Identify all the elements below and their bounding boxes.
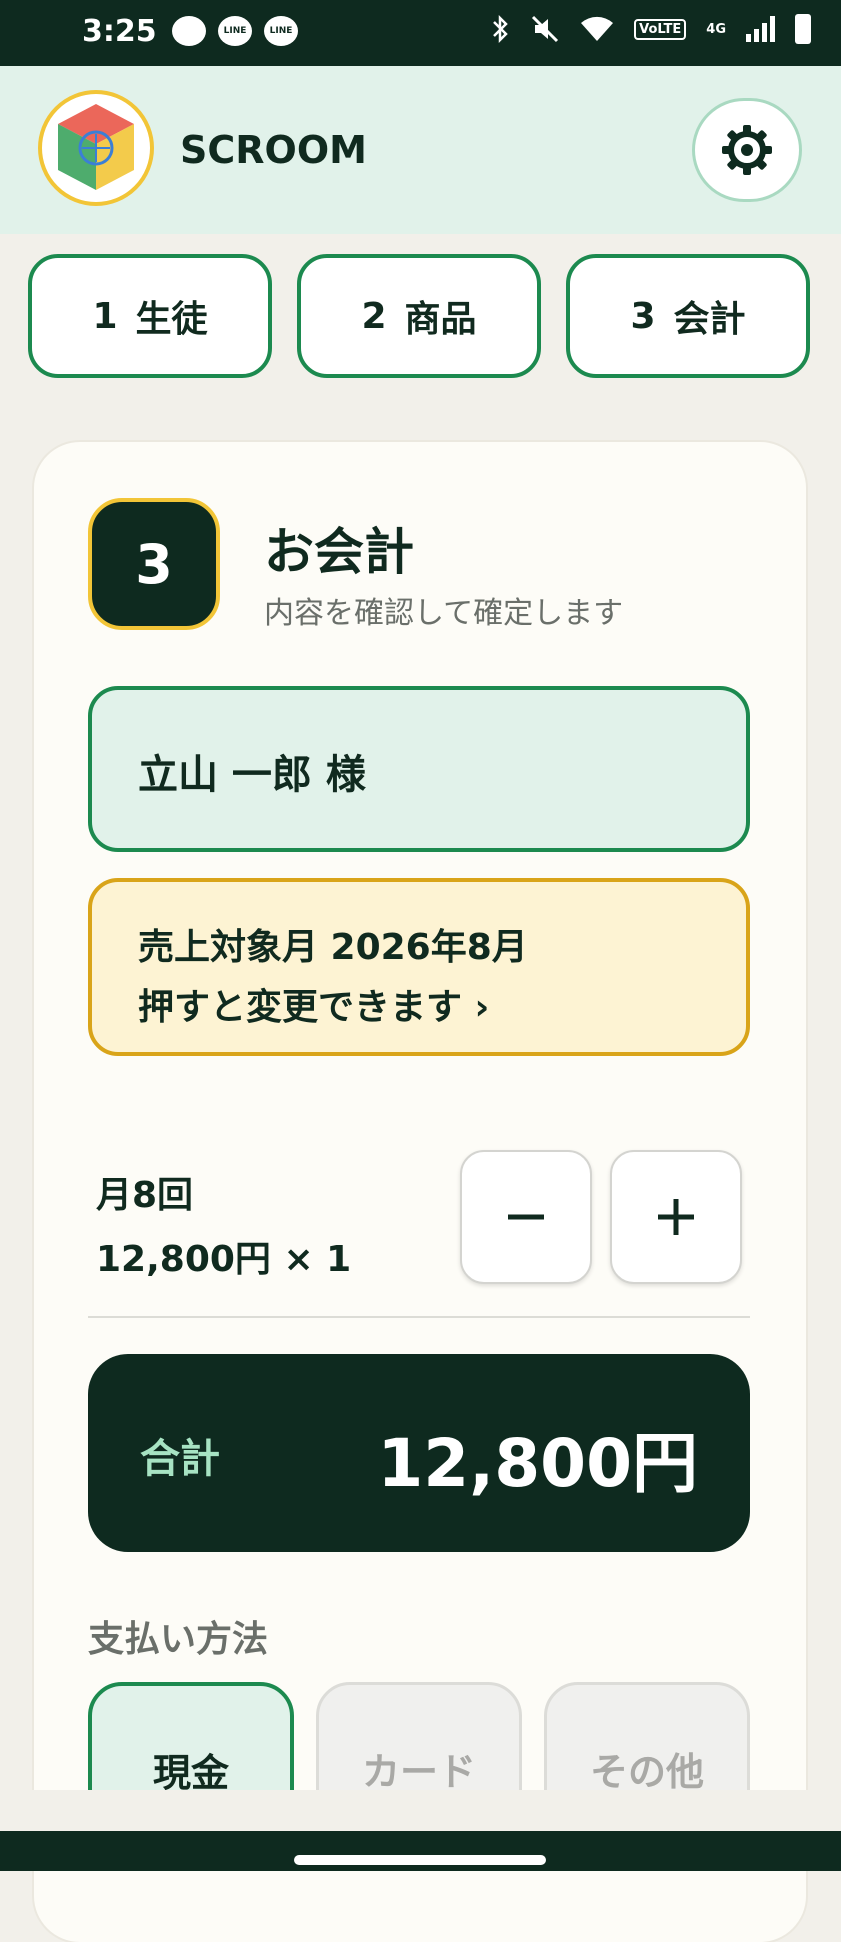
wifi-icon bbox=[581, 16, 614, 41]
gear-icon bbox=[722, 125, 772, 175]
payment-option-label: その他 bbox=[589, 1750, 704, 1794]
payment-option-label: 現金 bbox=[152, 1751, 229, 1795]
decrease-quantity-button[interactable] bbox=[460, 1150, 592, 1284]
item-name: 月8回 bbox=[96, 1175, 194, 1216]
network-type: 4G bbox=[706, 21, 726, 37]
sales-month-hint: 押すと変更できます › bbox=[138, 987, 490, 1028]
tab-product[interactable]: 2 商品 bbox=[297, 254, 541, 378]
plus-icon bbox=[658, 1199, 694, 1235]
total-label: 合計 bbox=[140, 1436, 220, 1482]
tab-label: 商品 bbox=[404, 299, 477, 340]
status-time: 3:25 bbox=[82, 14, 157, 49]
app-header: SCROOM bbox=[0, 66, 841, 234]
customer-card: 立山 一郎 様 bbox=[88, 686, 750, 852]
divider bbox=[88, 1316, 750, 1318]
settings-button[interactable] bbox=[692, 98, 802, 202]
line-app-icon: LINE bbox=[218, 16, 252, 46]
line-app-icon: LINE bbox=[264, 16, 298, 46]
notification-icons: LINE LINE bbox=[172, 16, 298, 46]
payment-option-label: カード bbox=[361, 1750, 476, 1794]
minus-icon bbox=[508, 1214, 544, 1220]
section-title: お会計 bbox=[264, 523, 414, 581]
system-icons: VoLTE 4G bbox=[490, 14, 811, 44]
increase-quantity-button[interactable] bbox=[610, 1150, 742, 1284]
step-badge: 3 bbox=[88, 498, 220, 630]
chat-bubble-icon bbox=[172, 16, 206, 46]
signal-icon bbox=[746, 16, 775, 42]
tab-number: 2 bbox=[361, 295, 387, 337]
total-amount: 12,800円 bbox=[377, 1425, 698, 1502]
app-title: SCROOM bbox=[180, 128, 367, 172]
tab-label: 会計 bbox=[673, 299, 746, 340]
home-gesture-handle[interactable] bbox=[294, 1855, 546, 1865]
tab-student[interactable]: 1 生徒 bbox=[28, 254, 272, 378]
app-logo bbox=[38, 90, 154, 206]
scroll-fade bbox=[0, 1790, 841, 1831]
section-subtitle: 内容を確認して確定します bbox=[264, 596, 624, 631]
tab-checkout[interactable]: 3 会計 bbox=[566, 254, 810, 378]
sales-month-label: 売上対象月 2026年8月 bbox=[138, 927, 528, 968]
total-panel: 合計 12,800円 bbox=[88, 1354, 750, 1552]
tab-number: 3 bbox=[630, 295, 656, 337]
navigation-bar bbox=[0, 1831, 841, 1871]
payment-method-label: 支払い方法 bbox=[88, 1619, 269, 1660]
tab-number: 1 bbox=[92, 295, 118, 337]
checkout-card: 3 お会計 内容を確認して確定します 立山 一郎 様 売上対象月 2026年8月… bbox=[34, 442, 806, 1942]
sales-month-button[interactable]: 売上対象月 2026年8月 押すと変更できます › bbox=[88, 878, 750, 1056]
battery-icon bbox=[795, 14, 811, 44]
customer-name: 立山 一郎 様 bbox=[138, 752, 366, 798]
status-bar: 3:25 LINE LINE VoLTE 4G bbox=[0, 0, 841, 66]
item-price: 12,800円 × 1 bbox=[96, 1239, 352, 1280]
mute-icon bbox=[532, 15, 559, 43]
bluetooth-icon bbox=[493, 14, 508, 44]
volte-badge: VoLTE bbox=[634, 18, 687, 40]
tab-label: 生徒 bbox=[135, 299, 208, 340]
logo-cube-icon bbox=[58, 104, 134, 190]
